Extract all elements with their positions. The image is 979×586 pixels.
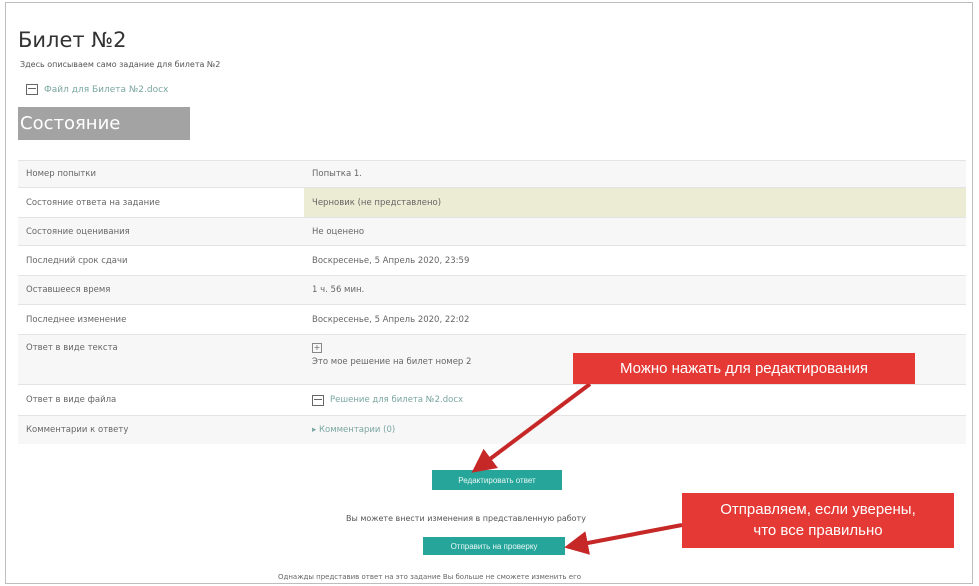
- attachment-label: Файл для Билета №2.docx: [44, 84, 169, 95]
- status-heading: Состояние ответа: [18, 107, 190, 167]
- comments-label: Комментарии (0): [318, 424, 396, 435]
- row-label: Ответ в виде текста: [18, 334, 304, 385]
- comment-caret-icon: ▸: [312, 424, 317, 435]
- plus-box-icon[interactable]: +: [312, 343, 322, 353]
- file-icon: [26, 84, 38, 95]
- submitted-file-label: Решение для билета №2.docx: [330, 395, 464, 405]
- row-label: Комментарии к ответу: [18, 415, 304, 444]
- table-row: Комментарии к ответу ▸ Комментарии (0): [18, 415, 966, 444]
- row-value: 1 ч. 56 мин.: [304, 275, 966, 305]
- table-row: Последний срок сдачи Воскресенье, 5 Апре…: [18, 245, 966, 276]
- file-icon: [312, 394, 324, 406]
- submit-warning-note: Однажды представив ответ на это задание …: [278, 573, 582, 581]
- assignment-description: Здесь описываем само задание для билета …: [20, 60, 221, 69]
- submitted-file-link[interactable]: Решение для билета №2.docx: [312, 394, 958, 406]
- row-value: Воскресенье, 5 Апрель 2020, 23:59: [304, 245, 966, 276]
- table-row: Ответ в виде файла Решение для билета №2…: [18, 384, 966, 416]
- table-row: Состояние ответа на задание Черновик (не…: [18, 187, 966, 218]
- row-label: Номер попытки: [18, 160, 304, 188]
- submit-for-grading-button[interactable]: Отправить на проверку: [423, 537, 565, 555]
- edit-submission-button[interactable]: Редактировать ответ: [432, 470, 562, 490]
- attachment-link[interactable]: Файл для Билета №2.docx: [26, 84, 168, 95]
- edit-callout: Можно нажать для редактирования: [573, 353, 915, 384]
- edit-note: Вы можете внести изменения в представлен…: [346, 514, 586, 523]
- submission-status-table: Номер попытки Попытка 1. Состояние ответ…: [18, 160, 966, 444]
- row-value: Попытка 1.: [304, 160, 966, 188]
- row-label: Состояние оценивания: [18, 217, 304, 246]
- row-label: Оставшееся время: [18, 275, 304, 305]
- row-value: Не оценено: [304, 217, 966, 246]
- table-row: Состояние оценивания Не оценено: [18, 217, 966, 246]
- table-row: Последнее изменение Воскресенье, 5 Апрел…: [18, 304, 966, 335]
- row-value: Черновик (не представлено): [304, 187, 966, 218]
- comments-cell: ▸ Комментарии (0): [304, 415, 966, 444]
- page-title: Билет №2: [18, 28, 127, 53]
- row-label: Ответ в виде файла: [18, 384, 304, 416]
- comments-link[interactable]: ▸ Комментарии (0): [312, 425, 395, 435]
- table-row: Номер попытки Попытка 1.: [18, 160, 966, 188]
- submit-callout-line1: Отправляем, если уверены,: [720, 501, 916, 518]
- row-label: Состояние ответа на задание: [18, 187, 304, 218]
- file-cell: Решение для билета №2.docx: [304, 384, 966, 416]
- row-label: Последний срок сдачи: [18, 245, 304, 276]
- submit-callout: Отправляем, если уверены, что все правил…: [682, 493, 954, 548]
- row-value: Воскресенье, 5 Апрель 2020, 22:02: [304, 304, 966, 335]
- table-row: Оставшееся время 1 ч. 56 мин.: [18, 275, 966, 305]
- row-label: Последнее изменение: [18, 304, 304, 335]
- submit-callout-line2: что все правильно: [753, 522, 883, 539]
